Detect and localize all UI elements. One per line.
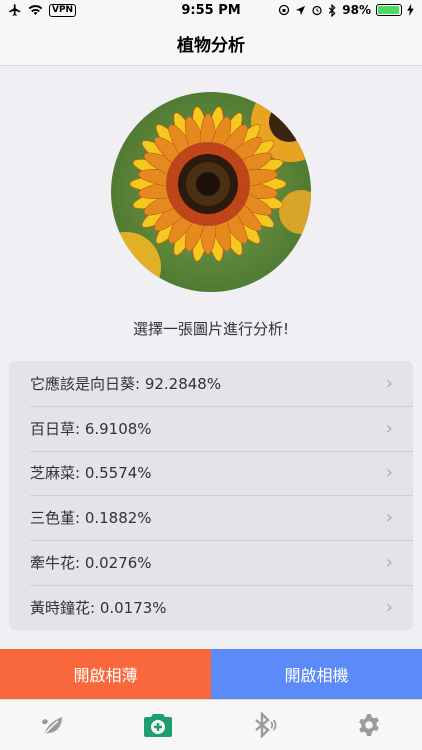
tab-bluetooth[interactable] (244, 705, 284, 745)
results-list: 它應該是向日葵: 92.2848% › 百日草: 6.9108% › 芝麻菜: … (9, 361, 413, 630)
leaf-icon (41, 717, 62, 737)
result-label: 它應該是向日葵: 92.2848% (30, 374, 222, 393)
open-album-button[interactable]: 開啟相薄 (0, 649, 211, 699)
charging-icon (407, 4, 414, 16)
result-label: 三色堇: 0.1882% (30, 509, 152, 528)
result-row-6[interactable]: 黃時鐘花: 0.0173% › (9, 584, 413, 630)
result-label: 黃時鐘花: 0.0173% (30, 598, 167, 617)
tab-bar (0, 699, 422, 750)
chevron-right-icon: › (385, 372, 393, 394)
result-label: 百日草: 6.9108% (30, 419, 152, 438)
bluetooth-status-icon (329, 3, 336, 17)
chevron-right-icon: › (385, 552, 393, 574)
result-row-2[interactable]: 百日草: 6.9108% › (9, 405, 413, 451)
chevron-right-icon: › (385, 417, 393, 439)
chevron-right-icon: › (385, 596, 393, 618)
rotation-lock-icon (279, 4, 290, 16)
battery-percent: 98% (342, 3, 371, 17)
alarm-icon (312, 5, 322, 16)
page-title: 植物分析 (177, 36, 245, 56)
location-icon (296, 5, 306, 15)
gear-icon (359, 714, 380, 736)
camera-add-icon (144, 714, 173, 737)
sunflower-image (111, 92, 311, 292)
result-label: 芝麻菜: 0.5574% (30, 464, 152, 483)
tab-settings[interactable] (349, 705, 389, 745)
tab-analyze[interactable] (138, 705, 178, 745)
result-row-3[interactable]: 芝麻菜: 0.5574% › (9, 450, 413, 496)
flower-photo (111, 92, 311, 292)
status-right: 98% (278, 3, 414, 17)
chevron-right-icon: › (385, 462, 393, 484)
open-camera-button[interactable]: 開啟相機 (211, 649, 422, 699)
result-label: 牽牛花: 0.0276% (30, 554, 152, 573)
bluetooth-icon (254, 712, 277, 738)
chevron-right-icon: › (385, 507, 393, 529)
tab-plants[interactable] (33, 705, 73, 745)
battery-icon (376, 4, 402, 16)
instruction-text: 選擇一張圖片進行分析! (132, 320, 289, 338)
result-row-4[interactable]: 三色堇: 0.1882% › (9, 495, 413, 540)
nav-bar: 植物分析 (0, 22, 422, 66)
status-bar: VPN 9:55 PM 98% (0, 0, 422, 22)
result-row-1[interactable]: 它應該是向日葵: 92.2848% › (9, 361, 413, 406)
result-row-5[interactable]: 牽牛花: 0.0276% › (9, 540, 413, 585)
